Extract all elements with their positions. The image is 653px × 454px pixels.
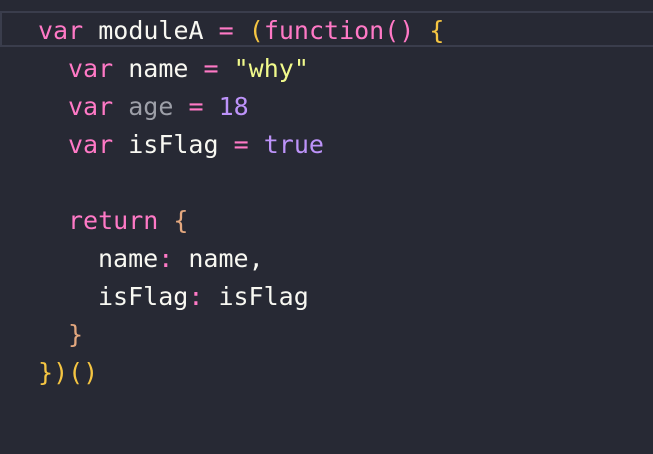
keyword-var: var <box>68 92 114 121</box>
brace-open: { <box>173 206 189 235</box>
function-params: () <box>384 16 415 45</box>
operator-assign: = <box>188 92 204 121</box>
operator-assign: = <box>233 130 249 159</box>
code-line-8[interactable]: isFlag: isFlag <box>98 278 309 316</box>
property-key-is-flag: isFlag <box>98 282 189 311</box>
number-literal: 18 <box>218 92 249 121</box>
colon: : <box>188 282 204 311</box>
string-literal: "why" <box>233 54 309 83</box>
code-editor[interactable]: var moduleA = (function() { var name = "… <box>0 0 653 454</box>
brace-close: } <box>68 320 84 349</box>
code-line-3[interactable]: var age = 18 <box>68 88 249 126</box>
brace-close: } <box>38 358 54 387</box>
boolean-literal: true <box>263 130 324 159</box>
keyword-var: var <box>68 54 114 83</box>
code-line-2[interactable]: var name = "why" <box>68 50 309 88</box>
identifier-module-a: moduleA <box>98 16 204 45</box>
code-line-7[interactable]: name: name, <box>98 240 264 278</box>
paren-close: ) <box>53 358 69 387</box>
identifier-is-flag: isFlag <box>128 130 219 159</box>
keyword-var: var <box>38 16 84 45</box>
identifier-is-flag: isFlag <box>218 282 309 311</box>
code-line-9[interactable]: } <box>68 316 83 354</box>
property-key-name: name <box>98 244 159 273</box>
invoke-parens: () <box>68 358 99 387</box>
code-line-6[interactable]: return { <box>68 202 188 240</box>
operator-assign: = <box>218 16 234 45</box>
keyword-return: return <box>68 206 159 235</box>
brace-open: { <box>429 16 445 45</box>
paren-open: ( <box>248 16 264 45</box>
identifier-name: name <box>128 54 189 83</box>
code-line-4[interactable]: var isFlag = true <box>68 126 324 164</box>
colon: : <box>158 244 174 273</box>
operator-assign: = <box>203 54 219 83</box>
identifier-name: name <box>188 244 249 273</box>
comma: , <box>248 244 264 273</box>
identifier-age: age <box>128 92 174 121</box>
keyword-function: function <box>263 16 385 45</box>
code-line-10[interactable]: })() <box>38 354 98 392</box>
keyword-var: var <box>68 130 114 159</box>
code-line-1[interactable]: var moduleA = (function() { <box>38 12 444 50</box>
